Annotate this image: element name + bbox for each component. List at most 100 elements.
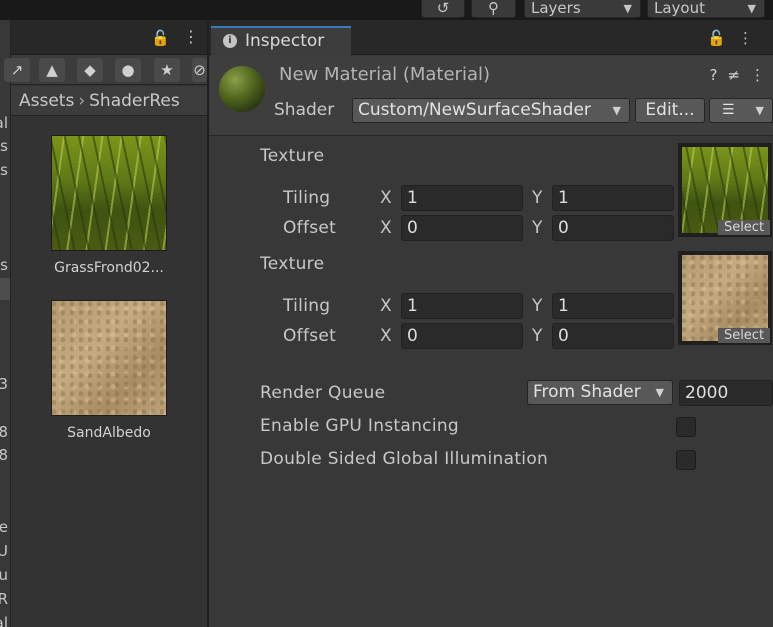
axis-y-label: Y	[532, 218, 543, 238]
tab-inspector-label: Inspector	[245, 31, 325, 51]
tiling-y-field[interactable]: 1	[552, 185, 674, 211]
axis-x-label: X	[380, 296, 392, 316]
filter-type-icon: ▲	[46, 61, 58, 79]
double-sided-gi-label: Double Sided Global Illumination	[260, 449, 549, 469]
asset-name: SandAlbedo	[67, 425, 151, 441]
inspector-tab-icons: 🔓⋮	[707, 29, 765, 47]
chevron-down-icon: ▼	[755, 104, 764, 117]
list-icon: ☰	[722, 102, 735, 118]
layers-dropdown[interactable]: Layers ▼	[524, 0, 641, 18]
tiling-label: Tiling	[283, 296, 331, 316]
hidden-packages-button[interactable]: ⊘	[192, 58, 207, 82]
chevron-down-icon: ▼	[747, 2, 756, 15]
project-panel: 🔓 ⋮ ↗ ▲ ◆ ● ★ ⊘ Assets › ShaderRes GrassFr…	[4, 20, 207, 627]
axis-x-label: X	[380, 218, 392, 238]
main-toolbar: ↺ ⚲ Layers ▼ Layout ▼	[0, 0, 773, 20]
shader-dropdown[interactable]: Custom/NewSurfaceShader ▼	[352, 98, 630, 123]
history-button[interactable]: ↺	[421, 0, 465, 18]
favorite-button[interactable]: ★	[154, 58, 180, 82]
shader-dropdown-value: Custom/NewSurfaceShader	[358, 100, 591, 120]
material-title: New Material (Material)	[279, 64, 490, 85]
project-toolbar: ↗ ▲ ◆ ● ★ ⊘	[4, 55, 207, 85]
axis-x-label: X	[380, 188, 392, 208]
sand-texture-thumbnail	[51, 300, 167, 416]
lock-icon[interactable]: 🔓	[707, 29, 738, 47]
shader-label: Shader	[274, 100, 335, 120]
render-queue-dropdown[interactable]: From Shader ▼	[527, 380, 673, 405]
shader-options-dropdown[interactable]: ☰ ▼	[709, 98, 773, 123]
eye-slash-icon: ⊘	[193, 61, 206, 79]
truncated-text: ou	[0, 566, 8, 584]
truncated-text: R	[0, 590, 8, 608]
search-icon: ⚲	[488, 0, 499, 17]
kebab-menu-icon[interactable]: ⋮	[750, 66, 773, 84]
layout-dropdown-label: Layout	[654, 0, 705, 17]
search-button[interactable]: ⚲	[471, 0, 516, 18]
material-preview-icon	[219, 66, 265, 112]
filter-type-button[interactable]: ▲	[39, 58, 65, 82]
hierarchy-panel-edge: al s s s 13 18 18 e U ou R al	[0, 20, 11, 627]
edit-shader-button[interactable]: Edit...	[635, 98, 705, 123]
label-icon: ◆	[84, 61, 96, 79]
unity-editor-window: ↺ ⚲ Layers ▼ Layout ▼ al s s s 13 18 18 …	[0, 0, 773, 627]
project-tab-bar: 🔓 ⋮	[11, 20, 207, 55]
asset-name: GrassFrond02...	[54, 260, 164, 276]
help-icon[interactable]: ?	[709, 66, 727, 84]
tiling-y-field[interactable]: 1	[552, 293, 674, 319]
breadcrumb-assets[interactable]: Assets	[19, 91, 74, 111]
kebab-menu-icon[interactable]: ⋮	[738, 29, 765, 47]
axis-x-label: X	[380, 326, 392, 346]
texture-slot-grass[interactable]: Select	[678, 143, 772, 237]
label-button[interactable]: ◆	[77, 58, 103, 82]
warning-button[interactable]: ●	[115, 58, 141, 82]
history-icon: ↺	[436, 0, 450, 17]
axis-y-label: Y	[532, 188, 543, 208]
search-toggle-icon: ↗	[10, 61, 24, 79]
render-queue-mode: From Shader	[533, 382, 641, 402]
texture-select-button[interactable]: Select	[718, 220, 770, 235]
inspector-panel: i Inspector 🔓⋮ New Material (Material) ?…	[207, 20, 773, 627]
offset-y-field[interactable]: 0	[552, 323, 674, 349]
truncated-text: s	[0, 256, 8, 274]
truncated-text: s	[0, 161, 8, 179]
tiling-x-field[interactable]: 1	[401, 293, 523, 319]
texture-property-label: Texture	[260, 254, 325, 274]
lock-icon[interactable]: 🔓	[151, 29, 170, 47]
material-header: New Material (Material) ?≠⋮ Shader Custo…	[209, 56, 773, 136]
layout-dropdown[interactable]: Layout ▼	[647, 0, 765, 18]
offset-y-field[interactable]: 0	[552, 215, 674, 241]
axis-y-label: Y	[532, 326, 543, 346]
render-queue-label: Render Queue	[260, 383, 386, 403]
truncated-text: s	[0, 137, 8, 155]
chevron-right-icon: ›	[78, 91, 86, 111]
texture-slot-sand[interactable]: Select	[678, 251, 772, 345]
texture-select-button[interactable]: Select	[718, 328, 770, 343]
inspector-tab-bar: i Inspector 🔓⋮	[209, 20, 773, 56]
tab-inspector[interactable]: i Inspector	[211, 26, 351, 56]
asset-item-grass[interactable]: GrassFrond02...	[34, 135, 184, 276]
tiling-label: Tiling	[283, 188, 331, 208]
truncated-text: 18	[0, 423, 8, 441]
offset-label: Offset	[283, 218, 337, 238]
axis-y-label: Y	[532, 296, 543, 316]
gpu-instancing-label: Enable GPU Instancing	[260, 416, 460, 436]
search-toggle-button[interactable]: ↗	[4, 58, 30, 82]
offset-x-field[interactable]: 0	[401, 323, 523, 349]
gpu-instancing-checkbox[interactable]	[676, 417, 696, 437]
truncated-text: al	[0, 614, 8, 627]
breadcrumb-shaderres[interactable]: ShaderRes	[89, 91, 180, 111]
truncated-text: U	[0, 542, 8, 560]
offset-label: Offset	[283, 326, 337, 346]
asset-item-sand[interactable]: SandAlbedo	[34, 300, 184, 441]
grass-texture-thumbnail	[51, 135, 167, 251]
kebab-menu-icon[interactable]: ⋮	[183, 27, 199, 46]
selected-row-highlight	[0, 278, 10, 300]
render-queue-value-field[interactable]: 2000	[679, 380, 773, 406]
tiling-x-field[interactable]: 1	[401, 185, 523, 211]
preset-icon[interactable]: ≠	[727, 66, 750, 84]
double-sided-gi-checkbox[interactable]	[676, 450, 696, 470]
info-icon: i	[223, 34, 237, 48]
chevron-down-icon: ▼	[655, 386, 664, 399]
offset-x-field[interactable]: 0	[401, 215, 523, 241]
truncated-text: e	[0, 518, 8, 536]
